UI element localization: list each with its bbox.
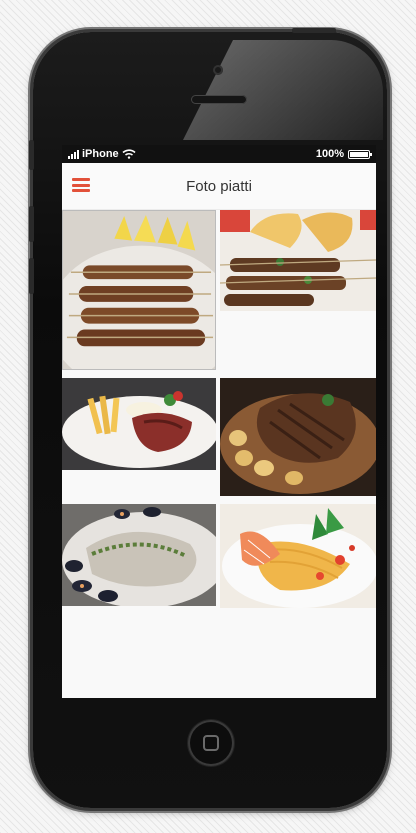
phone-screen: iPhone 100% Foto piatti [62,145,376,698]
volume-up-button [29,206,34,242]
photo-tile-steak-fries[interactable] [62,378,216,470]
pasta-scampi-image [220,504,376,608]
home-button[interactable] [188,720,234,766]
photo-tile-tbone-potatoes[interactable] [220,378,376,496]
power-button [292,28,336,33]
silent-switch [29,140,34,170]
carrier-label: iPhone [82,148,119,160]
steak-fries-image [62,378,216,470]
skewers-lemon-image [63,211,215,369]
signal-icon [68,149,79,159]
home-square-icon [203,735,219,751]
skewers-bread-image [220,210,376,311]
photo-tile-skewers-lemon[interactable] [62,210,216,370]
app-header: Foto piatti [62,163,376,210]
photo-tile-skewers-bread[interactable] [220,210,376,311]
page-title: Foto piatti [186,177,252,195]
tbone-potatoes-image [220,378,376,496]
phone-glare [183,40,383,140]
front-camera [213,65,223,75]
photo-tile-fish-mussels[interactable] [62,504,216,606]
photo-grid [62,210,376,680]
volume-down-button [29,258,34,294]
earpiece-speaker [191,95,247,104]
photo-tile-pasta-scampi[interactable] [220,504,376,608]
status-bar: iPhone 100% [62,145,376,163]
battery-icon [348,149,372,159]
hamburger-menu-icon[interactable] [72,178,90,192]
wifi-icon [122,149,136,159]
fish-mussels-image [62,504,216,606]
battery-percent: 100% [315,148,344,160]
